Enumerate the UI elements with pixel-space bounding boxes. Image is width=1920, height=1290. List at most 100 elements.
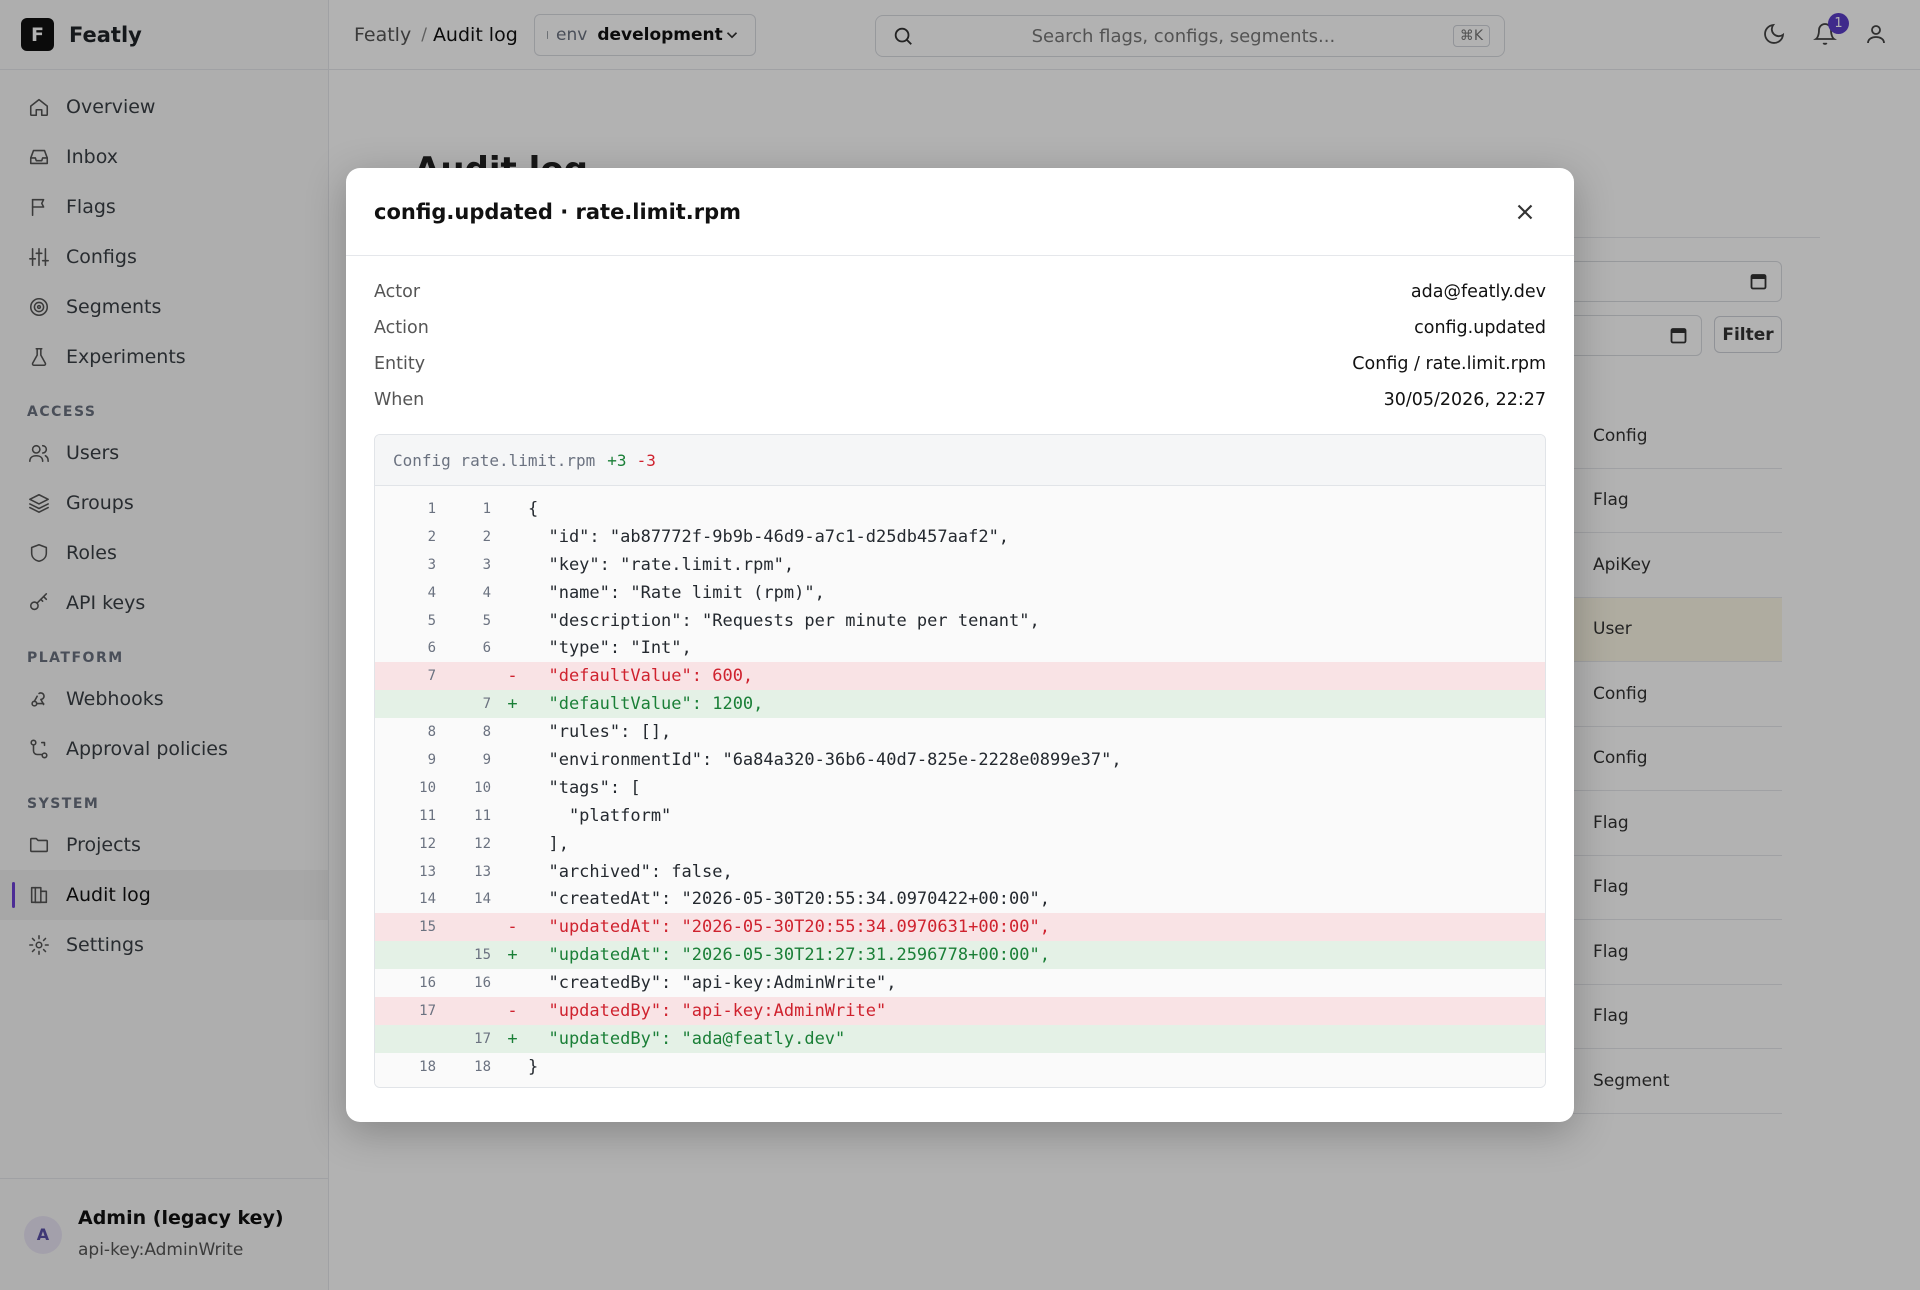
old-line-number: 7 (427, 668, 436, 685)
old-line-number: 12 (419, 835, 436, 852)
diff-line-ctx: 2 2 "id": "ab87772f-9b9b-46d9-a7c1-d25db4… (375, 523, 1545, 551)
diff-code: "updatedAt": "2026-05-30T20:55:34.097063… (528, 917, 1050, 938)
diff-code: "environmentId": "6a84a320-36b6-40d7-825… (528, 749, 1122, 770)
old-line-number: 2 (427, 528, 436, 545)
diff-line-ctx: 16 16 "createdBy": "api-key:AdminWrite", (375, 969, 1545, 997)
diff-code: "updatedBy": "api-key:AdminWrite" (528, 1000, 887, 1021)
diff-sign: - (507, 1000, 518, 1021)
diff-code: "description": "Requests per minute per … (528, 610, 1040, 631)
diff-sign: + (507, 694, 518, 715)
modal-header: config.updated · rate.limit.rpm (346, 168, 1574, 256)
diff-sign: + (507, 945, 518, 966)
new-line-number: 14 (474, 891, 491, 908)
new-line-number: 13 (474, 863, 491, 880)
meta-value: Config / rate.limit.rpm (1352, 354, 1546, 374)
diff-code: "archived": false, (528, 861, 733, 882)
meta-key: Actor (374, 282, 421, 302)
diff-line-del: 7 - "defaultValue": 600, (375, 662, 1545, 691)
old-line-number: 4 (427, 584, 436, 601)
new-line-number: 9 (482, 751, 491, 768)
diff-code: { (528, 498, 539, 519)
old-line-number: 13 (419, 863, 436, 880)
diff-line-ctx: 3 3 "key": "rate.limit.rpm", (375, 551, 1545, 579)
new-line-number: 8 (482, 724, 491, 741)
diff-code: "createdAt": "2026-05-30T20:55:34.097042… (528, 889, 1050, 910)
new-line-number: 18 (474, 1058, 491, 1075)
diff-code: "updatedAt": "2026-05-30T21:27:31.259677… (528, 945, 1050, 966)
diff-code: "type": "Int", (528, 638, 692, 659)
diff-code: "id": "ab87772f-9b9b-46d9-a7c1-d25db457a… (528, 526, 1010, 547)
diff-line-ctx: 6 6 "type": "Int", (375, 634, 1545, 662)
meta-row-when: When 30/05/2026, 22:27 (374, 382, 1546, 418)
diff-code: "defaultValue": 600, (528, 666, 754, 687)
diff-line-add: 15 + "updatedAt": "2026-05-30T21:27:31.25… (375, 941, 1545, 970)
new-line-number: 12 (474, 835, 491, 852)
old-line-number: 11 (419, 807, 436, 824)
diff-line-ctx: 4 4 "name": "Rate limit (rpm)", (375, 579, 1545, 607)
old-line-number: 5 (427, 612, 436, 629)
new-line-number: 16 (474, 975, 491, 992)
diff-sign: - (507, 666, 518, 687)
audit-detail-modal: config.updated · rate.limit.rpm Actor ada… (346, 168, 1574, 1122)
diff-line-ctx: 12 12 ], (375, 830, 1545, 858)
old-line-number: 9 (427, 751, 436, 768)
diff-line-ctx: 14 14 "createdAt": "2026-05-30T20:55:34.0… (375, 885, 1545, 913)
meta-row-actor: Actor ada@featly.dev (374, 274, 1546, 310)
close-icon[interactable] (1512, 199, 1538, 225)
meta-key: When (374, 390, 425, 410)
old-line-number: 17 (419, 1002, 436, 1019)
diff-header: Config rate.limit.rpm +3 -3 (375, 435, 1545, 486)
diff-line-del: 17 - "updatedBy": "api-key:AdminWrite" (375, 997, 1545, 1025)
diff-code: "tags": [ (528, 777, 641, 798)
meta-row-action: Action config.updated (374, 310, 1546, 346)
diff-line-ctx: 18 18} (375, 1053, 1545, 1081)
meta-row-entity: Entity Config / rate.limit.rpm (374, 346, 1546, 382)
diff-code: "platform" (528, 805, 672, 826)
new-line-number: 10 (474, 779, 491, 796)
old-line-number: 15 (419, 919, 436, 936)
old-line-number: 6 (427, 640, 436, 657)
diff-code: } (528, 1056, 539, 1077)
diff-line-ctx: 5 5 "description": "Requests per minute p… (375, 607, 1545, 635)
old-line-number: 10 (419, 779, 436, 796)
meta-value: ada@featly.dev (1410, 282, 1546, 302)
meta-value: config.updated (1414, 318, 1546, 338)
diff-sign: + (507, 1028, 518, 1049)
new-line-number: 15 (474, 947, 491, 964)
new-line-number: 5 (482, 612, 491, 629)
diff-sign: - (507, 917, 518, 938)
new-line-number: 11 (474, 807, 491, 824)
diff-code: "name": "Rate limit (rpm)", (528, 582, 825, 603)
diff-line-ctx: 11 11 "platform" (375, 802, 1545, 830)
diff-additions: +3 (607, 450, 627, 470)
diff-line-ctx: 8 8 "rules": [], (375, 718, 1545, 746)
diff-file-name: Config rate.limit.rpm (393, 450, 596, 470)
old-line-number: 3 (427, 556, 436, 573)
diff-code: "rules": [], (528, 722, 672, 743)
diff-code: "defaultValue": 1200, (528, 694, 764, 715)
old-line-number: 14 (419, 891, 436, 908)
diff-line-ctx: 1 1 { (375, 495, 1545, 523)
meta-value: 30/05/2026, 22:27 (1383, 390, 1546, 410)
new-line-number: 6 (482, 640, 491, 657)
diff-line-add: 17 + "updatedBy": "ada@featly.dev" (375, 1024, 1545, 1053)
modal-title: config.updated · rate.limit.rpm (374, 199, 742, 224)
diff-line-ctx: 9 9 "environmentId": "6a84a320-36b6-40d7-… (375, 746, 1545, 774)
diff-line-add: 7 + "defaultValue": 1200, (375, 690, 1545, 719)
diff-code: "updatedBy": "ada@featly.dev" (528, 1028, 846, 1049)
diff-line-ctx: 10 10 "tags": [ (375, 774, 1545, 802)
diff-body: 1 1 {2 2 "id": "ab87772f-9b9b-46d9-a7c1-d25… (375, 486, 1545, 1087)
new-line-number: 1 (482, 500, 491, 517)
old-line-number: 8 (427, 724, 436, 741)
diff-line-ctx: 13 13 "archived": false, (375, 858, 1545, 886)
meta-key: Action (374, 318, 429, 338)
old-line-number: 16 (419, 975, 436, 992)
new-line-number: 2 (482, 528, 491, 545)
meta-key: Entity (374, 354, 426, 374)
new-line-number: 4 (482, 584, 491, 601)
diff-deletions: -3 (636, 450, 656, 470)
diff-line-del: 15 - "updatedAt": "2026-05-30T20:55:34.09… (375, 913, 1545, 942)
new-line-number: 17 (474, 1030, 491, 1047)
event-metadata: Actor ada@featly.dev Action config.updated E… (346, 256, 1574, 418)
diff-code: "createdBy": "api-key:AdminWrite", (528, 973, 897, 994)
